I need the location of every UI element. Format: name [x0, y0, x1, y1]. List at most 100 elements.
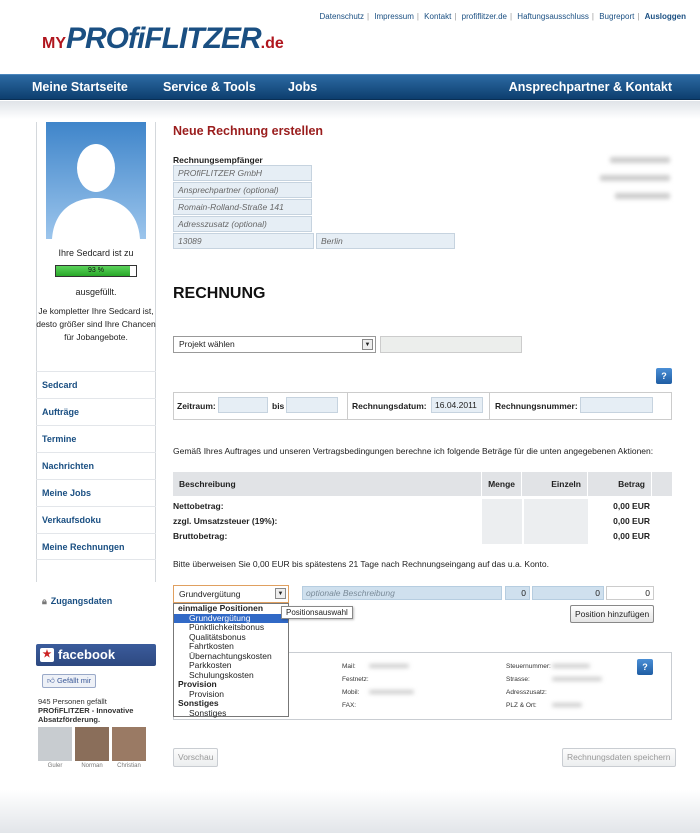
position-dropdown-list: einmalige Positionen Grundvergütung Pünk…	[173, 603, 289, 717]
col-menge: Menge	[482, 472, 522, 496]
save-invoice-button[interactable]: Rechnungsdaten speichern	[562, 748, 676, 767]
recipient-extra-field[interactable]: Adresszusatz (optional)	[173, 216, 312, 232]
dropdown-option[interactable]: Sonstiges	[174, 708, 288, 719]
recipient-zip-field[interactable]: 13089	[173, 233, 314, 249]
project-select[interactable]: Projekt wählen ▼	[173, 336, 376, 353]
zeitraum-label: Zeitraum:	[177, 401, 216, 411]
contact-fax-label: FAX:	[342, 702, 357, 709]
terms-text: Gemäß Ihres Auftrages und unseren Vertra…	[173, 446, 654, 456]
sedcard-hint: Je kompletter Ihre Sedcard ist, desto gr…	[36, 306, 156, 342]
transfer-note: Bitte überweisen Sie 0,00 EUR bis spätes…	[173, 559, 549, 569]
contact-steuer-label: Steuernummer:	[506, 663, 551, 670]
sidebar-item-sedcard[interactable]: Sedcard	[36, 371, 156, 398]
zeitraum-from-input[interactable]	[218, 397, 268, 413]
preview-button[interactable]: Vorschau	[173, 748, 219, 767]
facebook-fan-avatar[interactable]	[75, 727, 109, 761]
sidebar-item-rechnungen[interactable]: Meine Rechnungen	[36, 533, 156, 560]
contact-plz-label: PLZ & Ort:	[506, 702, 537, 709]
page-title: Neue Rechnung erstellen	[173, 124, 324, 138]
position-qty-input[interactable]: 0	[505, 586, 530, 600]
contact-help-button[interactable]: ?	[637, 659, 653, 675]
contact-strasse-label: Strasse:	[506, 676, 530, 683]
facebook-fan-count: 945 Personen gefällt PROfiFLITZER - Inno…	[38, 697, 158, 724]
contact-mobil-label: Mobil:	[342, 689, 360, 696]
position-description-input[interactable]: optionale Beschreibung	[302, 586, 502, 600]
sum-label: Bruttobetrag:	[173, 531, 228, 541]
nav-jobs[interactable]: Jobs	[288, 80, 317, 94]
project-select-value: Projekt wählen	[179, 339, 235, 349]
site-logo[interactable]: MYPROfiFLITZER.de	[42, 22, 284, 56]
sum-row-netto: Nettobetrag: 0,00 EUR	[173, 499, 672, 514]
facebook-brand: facebook	[58, 647, 116, 662]
sidebar-item-auftraege[interactable]: Aufträge	[36, 398, 156, 425]
zugangsdaten-link[interactable]: 🔒︎ Zugangsdaten	[42, 596, 112, 607]
footer-shade	[0, 790, 700, 833]
logout-link[interactable]: Ausloggen	[645, 12, 686, 21]
facebook-fan-name: Norman	[81, 763, 103, 769]
sidebar-item-verkaufsdoku[interactable]: Verkaufsdoku	[36, 506, 156, 533]
invoice-number-input[interactable]	[580, 397, 653, 413]
sum-label: Nettobetrag:	[173, 501, 224, 511]
lock-icon: 🔒︎	[42, 596, 47, 606]
positions-table-header: Beschreibung Menge Einzeln Betrag	[173, 472, 672, 496]
sidebar-item-termine[interactable]: Termine	[36, 425, 156, 452]
facebook-fan-avatar[interactable]	[112, 727, 146, 761]
toplink-haftung[interactable]: Haftungsausschluss	[517, 12, 589, 21]
sum-row-ust: zzgl. Umsatzsteuer (19%): 0,00 EUR	[173, 514, 672, 529]
zeitraum-to-input[interactable]	[286, 397, 338, 413]
logo-name: PROfiFLITZER	[66, 22, 262, 55]
add-position-button[interactable]: Position hinzufügen	[570, 605, 655, 623]
toplink-datenschutz[interactable]: Datenschutz	[320, 12, 364, 21]
date-label: Rechnungsdatum:	[352, 401, 427, 411]
dropdown-arrow-icon: ▼	[362, 339, 373, 350]
recipient-city-field[interactable]: Berlin	[316, 233, 455, 249]
facebook-like-button[interactable]: 👍︎ Gefällt mir	[42, 674, 97, 688]
top-links: Datenschutz | Impressum | Kontakt | profifl…	[319, 12, 686, 21]
sedcard-status-text-2: ausgefüllt.	[75, 287, 117, 297]
position-select[interactable]: Grundvergütung ▼	[173, 585, 289, 603]
sedcard-progress-bar: 93 %	[55, 265, 137, 277]
facebook-box-header[interactable]: ★ facebook	[36, 644, 156, 666]
col-beschreibung: Beschreibung	[173, 472, 482, 496]
thumbs-up-icon: 👍︎	[47, 676, 55, 685]
toplink-bugreport[interactable]: Bugreport	[599, 12, 634, 21]
sender-street-redacted	[600, 175, 670, 181]
date-input[interactable]: 16.04.2011	[431, 397, 483, 413]
contact-mail-label: Mail:	[342, 663, 356, 670]
sender-city-redacted	[615, 193, 670, 199]
col-einzeln: Einzeln	[522, 472, 588, 496]
nav-contact[interactable]: Ansprechpartner & Kontakt	[509, 80, 672, 94]
toplink-kontakt[interactable]: Kontakt	[424, 12, 451, 21]
logo-my: MY	[42, 35, 66, 52]
toplink-impressum[interactable]: Impressum	[374, 12, 414, 21]
progress-label: 93 %	[88, 267, 104, 274]
sidebar-item-meine-jobs[interactable]: Meine Jobs	[36, 479, 156, 506]
avatar[interactable]	[46, 122, 146, 239]
toplink-profiflitzer[interactable]: profiflitzer.de	[462, 12, 507, 21]
nav-shadow	[0, 101, 700, 119]
position-single-input[interactable]: 0	[532, 586, 604, 600]
facebook-fan-avatar[interactable]	[38, 727, 72, 761]
dropdown-arrow-icon: ▼	[275, 588, 286, 599]
contact-festnetz-label: Festnetz:	[342, 676, 369, 683]
sum-value: 0,00 EUR	[613, 516, 650, 526]
invoice-heading: RECHNUNG	[173, 285, 266, 302]
recipient-company-field[interactable]: PROfiFLITZER GmbH	[173, 165, 312, 181]
zugangsdaten-label: Zugangsdaten	[50, 596, 113, 606]
sidebar-item-nachrichten[interactable]: Nachrichten	[36, 452, 156, 479]
facebook-fan-name: Christian	[117, 763, 141, 769]
nav-home[interactable]: Meine Startseite	[32, 80, 128, 94]
sum-value: 0,00 EUR	[613, 501, 650, 511]
facebook-fan-name: Guler	[47, 763, 63, 769]
col-betrag: Betrag	[588, 472, 652, 496]
sum-value: 0,00 EUR	[613, 531, 650, 541]
avatar-silhouette-icon	[52, 144, 140, 239]
position-select-value: Grundvergütung	[179, 589, 241, 599]
recipient-street-field[interactable]: Romain-Rolland-Straße 141	[173, 199, 312, 215]
nav-service[interactable]: Service & Tools	[163, 80, 256, 94]
facebook-page-name[interactable]: PROfiFLITZER - Innovative Absatzförderun…	[38, 706, 158, 724]
recipient-contact-field[interactable]: Ansprechpartner (optional)	[173, 182, 312, 198]
project-detail-field	[380, 336, 522, 353]
help-button[interactable]: ?	[656, 368, 672, 384]
contact-adresszusatz-label: Adresszusatz:	[506, 689, 547, 696]
